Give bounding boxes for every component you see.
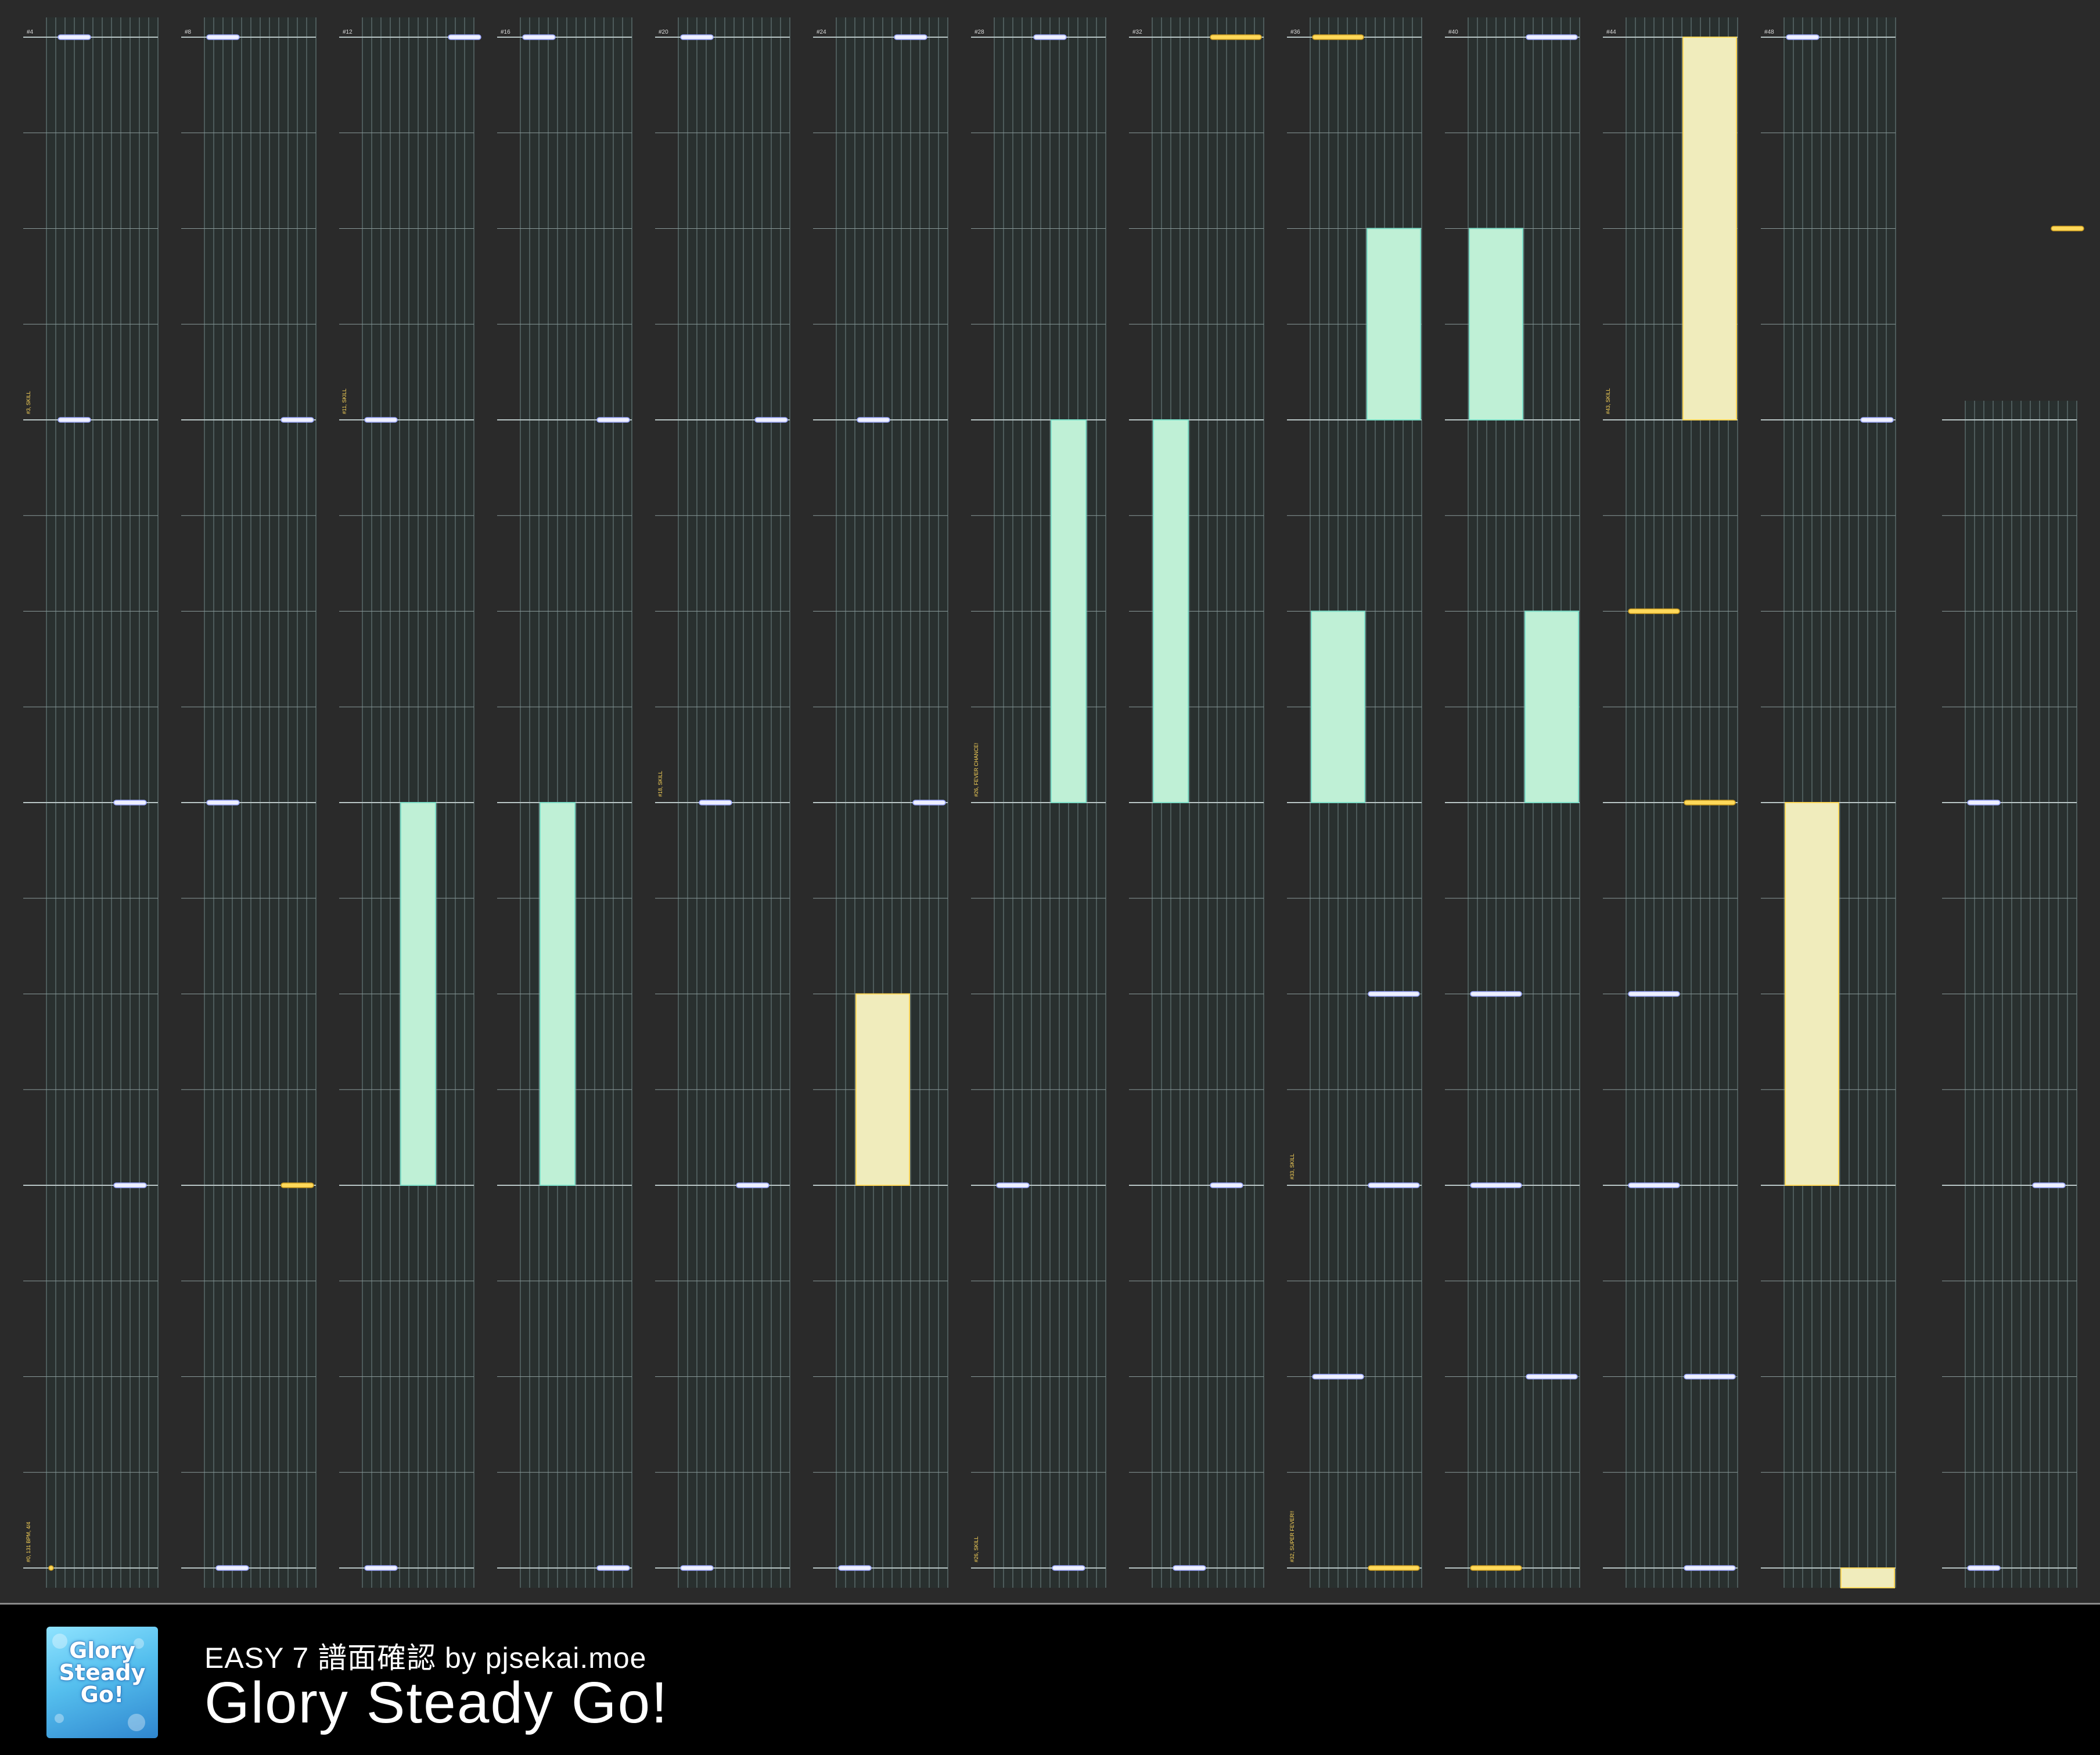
tap-note xyxy=(1312,1373,1364,1380)
critical-tap-note xyxy=(1470,1565,1522,1571)
measure-label: #16 xyxy=(501,29,510,35)
hold-note xyxy=(400,802,436,1186)
event-label: #26, SKILL xyxy=(973,1536,979,1562)
tap-note xyxy=(736,1182,769,1188)
hold-note xyxy=(1469,228,1523,420)
tap-note xyxy=(448,34,481,40)
song-title: Glory Steady Go! xyxy=(204,1670,668,1735)
tap-note xyxy=(57,34,91,40)
tap-note xyxy=(699,800,732,805)
critical-hold-note xyxy=(1785,802,1839,1186)
event-label: #18, SKILL xyxy=(657,771,663,797)
jacket-logo-line-2: Steady xyxy=(59,1660,146,1685)
critical-tap-note xyxy=(1312,34,1364,40)
event-label: #11, SKILL xyxy=(341,389,347,414)
tap-note xyxy=(1033,34,1067,40)
measure-label: #32 xyxy=(1132,29,1142,35)
tap-note xyxy=(1967,1565,2001,1571)
tap-note xyxy=(281,417,314,423)
measure-label: #36 xyxy=(1290,29,1300,35)
critical-tap-note xyxy=(2051,225,2084,232)
measure-label: #48 xyxy=(1764,29,1774,35)
tap-note xyxy=(1684,1565,1736,1571)
measure-label: #28 xyxy=(975,29,984,35)
tap-note xyxy=(1173,1565,1206,1571)
tap-note xyxy=(996,1182,1030,1188)
critical-tap-note xyxy=(48,1565,54,1571)
footer-bar: Glory Steady Go! EASY 7 譜面確認 by pjsekai.… xyxy=(0,1603,2100,1755)
tap-note xyxy=(680,1565,714,1571)
tap-note xyxy=(57,417,91,423)
tap-note xyxy=(1052,1565,1085,1571)
tap-note xyxy=(894,34,927,40)
measure-label: #8 xyxy=(185,29,192,35)
tap-note xyxy=(596,417,630,423)
critical-tap-note xyxy=(1628,608,1680,614)
chart-area: #4 #8 #12 #16 #20 #24 #28 #32 #36 #40 #44 #48 #0, 13… xyxy=(0,0,2100,1603)
tap-note xyxy=(2032,1182,2066,1188)
score-chart: #4 #8 #12 #16 #20 #24 #28 #32 #36 #40 #44 #48 #0, 13… xyxy=(23,17,2084,1588)
tap-note xyxy=(1967,800,2001,805)
tap-note xyxy=(113,1182,147,1188)
tap-note xyxy=(1470,1182,1522,1188)
hold-note xyxy=(1524,610,1579,803)
hold-note xyxy=(1311,610,1365,803)
tap-note xyxy=(1368,991,1420,997)
critical-tap-note xyxy=(281,1182,314,1188)
tap-note xyxy=(215,1565,249,1571)
tap-note xyxy=(838,1565,872,1571)
tap-note xyxy=(857,417,890,423)
tap-note xyxy=(680,34,714,40)
tap-note xyxy=(1210,1182,1243,1188)
tap-note xyxy=(1684,1373,1736,1380)
tap-note xyxy=(364,417,398,423)
jacket-logo-line-1: Glory xyxy=(69,1638,135,1663)
tap-note xyxy=(206,34,240,40)
critical-hold-note xyxy=(1682,37,1737,420)
tap-note xyxy=(364,1565,398,1571)
hold-note xyxy=(1367,228,1421,420)
critical-tap-note xyxy=(1368,1565,1420,1571)
measure-label: #40 xyxy=(1448,29,1458,35)
event-label: #43, SKILL xyxy=(1605,388,1611,414)
tap-note xyxy=(522,34,556,40)
tap-note xyxy=(1860,417,1894,423)
tap-note xyxy=(206,800,240,805)
measure-label: #4 xyxy=(27,29,34,35)
tap-note xyxy=(1526,34,1578,40)
hold-note xyxy=(1051,419,1087,803)
tap-note xyxy=(1368,1182,1420,1188)
hold-note xyxy=(540,802,576,1186)
tap-note xyxy=(596,1565,630,1571)
event-label: #0, 131 BPM, 4/4 xyxy=(26,1522,31,1562)
jacket-logo-line-3: Go! xyxy=(80,1682,124,1707)
tap-note xyxy=(1470,991,1522,997)
tap-note xyxy=(754,417,788,423)
critical-hold-note xyxy=(855,993,910,1186)
measure-label: #20 xyxy=(659,29,668,35)
critical-hold-note xyxy=(1840,1567,1895,1588)
event-label: #33, SKILL xyxy=(1289,1153,1295,1179)
tap-note xyxy=(1526,1373,1578,1380)
tap-note xyxy=(113,800,147,805)
measure-label: #44 xyxy=(1606,29,1616,35)
critical-tap-note xyxy=(1684,800,1736,805)
song-jacket-image: Glory Steady Go! xyxy=(46,1627,158,1738)
critical-tap-note xyxy=(1210,34,1262,40)
tap-note xyxy=(912,800,946,805)
tap-note xyxy=(1628,1182,1680,1188)
event-label: #32, SUPER FEVER!! xyxy=(1289,1511,1295,1562)
jacket-logo: Glory Steady Go! xyxy=(57,1639,148,1724)
tap-note xyxy=(1786,34,1819,40)
event-label: #3, SKILL xyxy=(26,391,31,414)
measure-label: #12 xyxy=(343,29,353,35)
event-label: #26, FEVER CHANCE! xyxy=(973,743,979,797)
tap-note xyxy=(1628,991,1680,997)
measure-label: #24 xyxy=(817,29,826,35)
hold-note xyxy=(1153,419,1189,803)
